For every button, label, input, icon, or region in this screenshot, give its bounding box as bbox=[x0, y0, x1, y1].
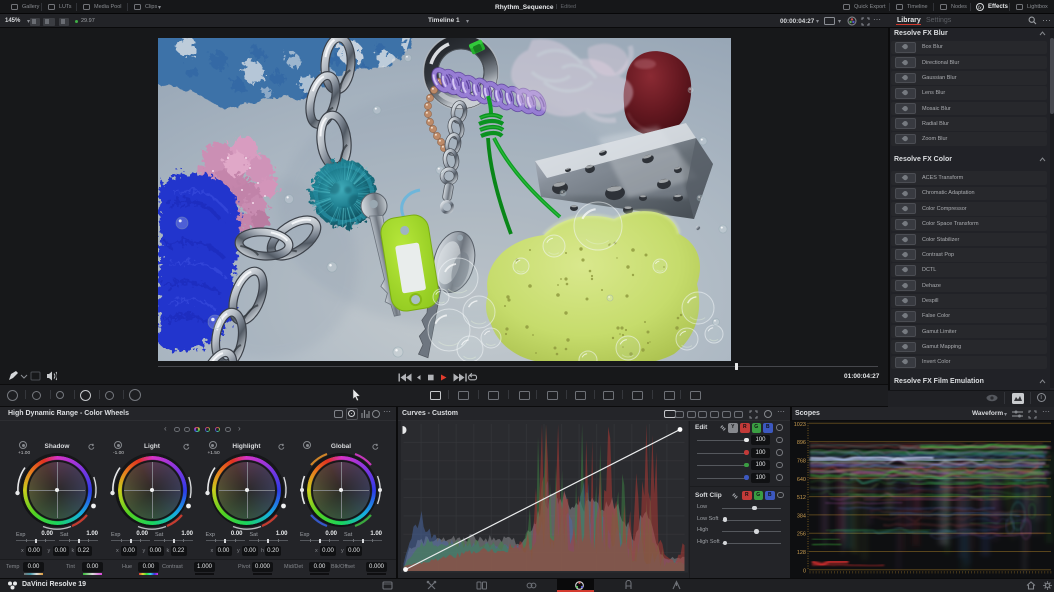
svg-text:512: 512 bbox=[797, 495, 806, 501]
svg-text:0: 0 bbox=[803, 568, 806, 574]
svg-text:896: 896 bbox=[797, 440, 806, 446]
svg-text:384: 384 bbox=[797, 513, 806, 519]
svg-text:768: 768 bbox=[797, 459, 806, 465]
svg-text:128: 128 bbox=[797, 550, 806, 556]
svg-text:256: 256 bbox=[797, 532, 806, 538]
svg-text:1023: 1023 bbox=[794, 422, 806, 428]
svg-text:640: 640 bbox=[797, 477, 806, 483]
